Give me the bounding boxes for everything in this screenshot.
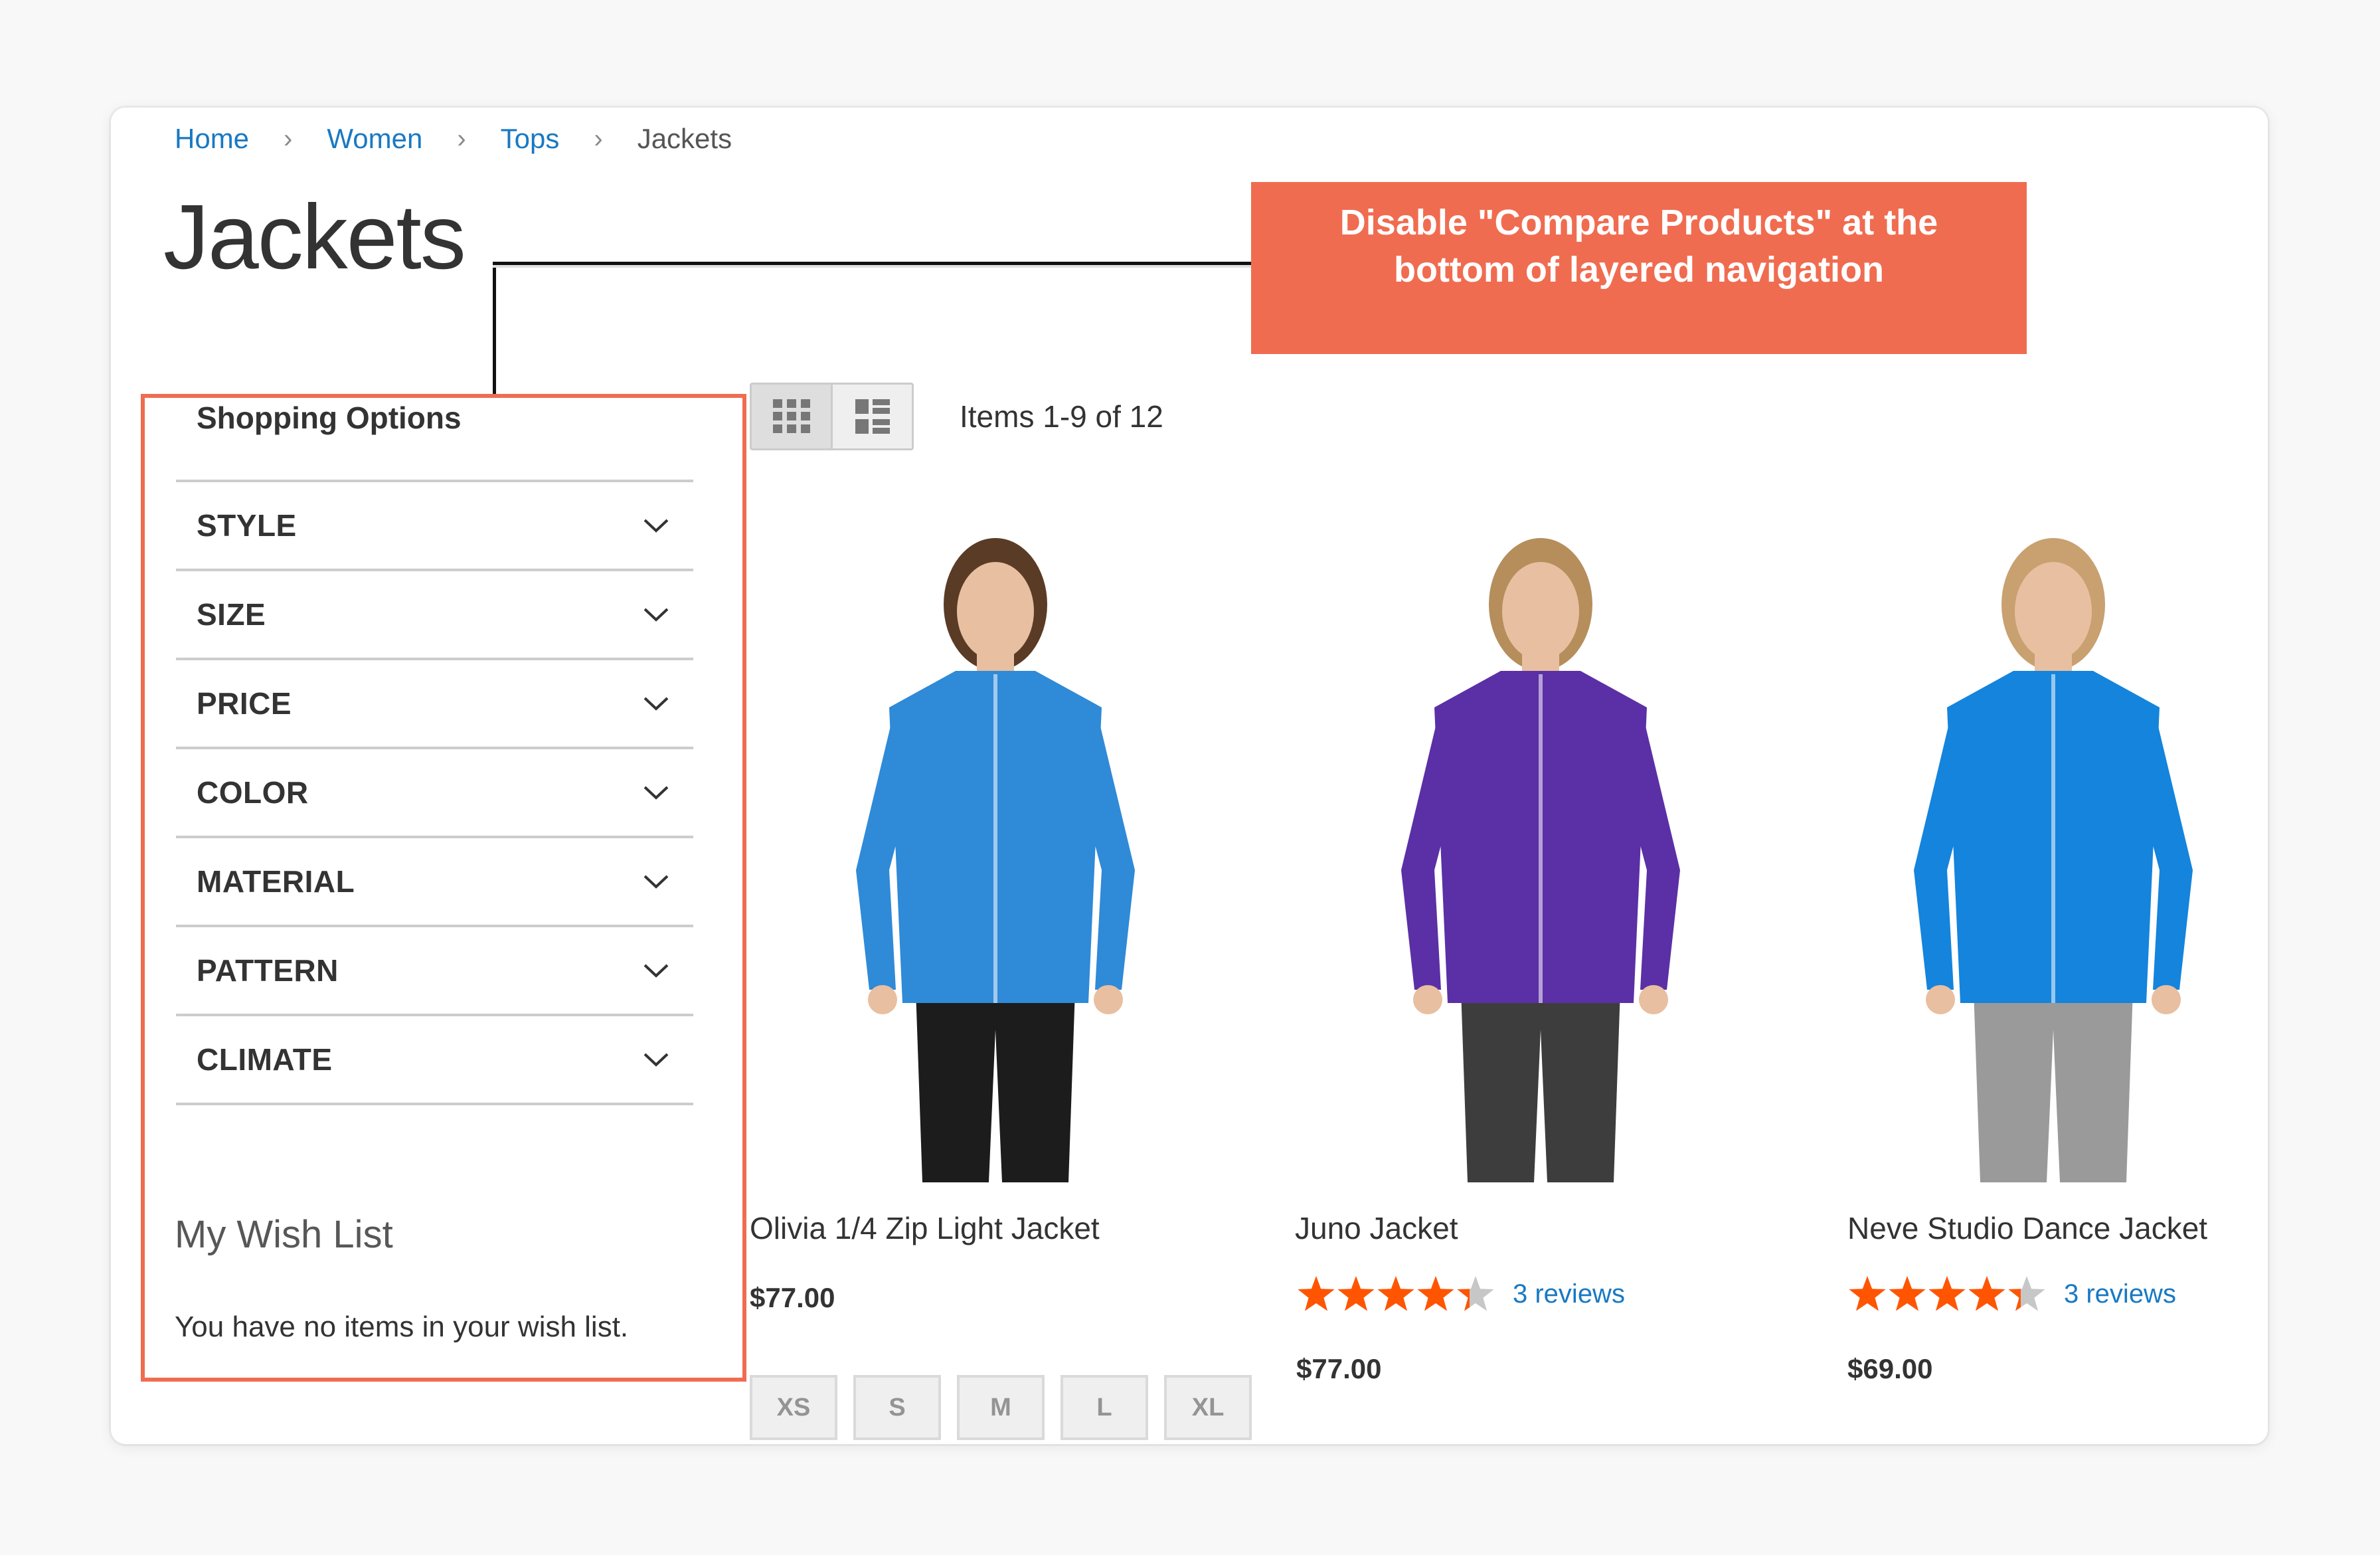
filter-price[interactable]: PRICE xyxy=(176,658,693,747)
product-name-link[interactable]: Neve Studio Dance Jacket xyxy=(1847,1210,2207,1246)
star-icon xyxy=(1928,1276,1966,1311)
product-name-link[interactable]: Juno Jacket xyxy=(1295,1210,1458,1246)
filter-label: PRICE xyxy=(197,686,292,721)
breadcrumb-home[interactable]: Home xyxy=(175,123,249,155)
grid-view-icon xyxy=(772,399,810,433)
product-price: $77.00 xyxy=(750,1282,835,1313)
annotation-connector-line xyxy=(493,262,1251,265)
reviews-link[interactable]: 3 reviews xyxy=(1513,1279,1625,1309)
breadcrumb-separator-icon: › xyxy=(457,124,466,153)
chevron-down-icon xyxy=(643,875,669,889)
product-price: $77.00 xyxy=(1296,1353,1382,1384)
star-icon xyxy=(1968,1276,2005,1311)
reviews-link[interactable]: 3 reviews xyxy=(2064,1279,2176,1309)
annotation-connector-line xyxy=(493,262,496,395)
wishlist-title: My Wish List xyxy=(175,1213,393,1256)
product-price: $69.00 xyxy=(1847,1353,1933,1384)
model-face xyxy=(2015,562,2092,660)
model-hand xyxy=(1639,985,1668,1014)
annotation-text-line-1: Disable "Compare Products" at the xyxy=(1339,203,1938,242)
breadcrumb-women[interactable]: Women xyxy=(327,123,422,155)
chevron-down-icon xyxy=(643,1053,669,1067)
size-swatch-xl[interactable]: XL xyxy=(1164,1375,1252,1440)
product-image[interactable] xyxy=(750,525,1241,1182)
model-pants xyxy=(1974,990,2133,1182)
product-name-link[interactable]: Olivia 1/4 Zip Light Jacket xyxy=(750,1210,1100,1246)
view-mode-switcher xyxy=(750,383,914,450)
breadcrumb: Home › Women › Tops › Jackets xyxy=(175,122,732,155)
size-swatch-l[interactable]: L xyxy=(1061,1375,1148,1440)
filter-label: COLOR xyxy=(197,775,309,810)
filter-color[interactable]: COLOR xyxy=(176,747,693,836)
filter-label: CLIMATE xyxy=(197,1042,333,1077)
list-view-icon xyxy=(855,399,890,434)
model-hand xyxy=(1926,985,1955,1014)
filter-pattern[interactable]: PATTERN xyxy=(176,925,693,1014)
filter-size[interactable]: SIZE xyxy=(176,569,693,658)
model-face xyxy=(1502,562,1579,660)
rating-stars xyxy=(1847,1275,2047,1313)
model-hand xyxy=(1094,985,1123,1014)
star-icon xyxy=(1849,1276,1886,1311)
annotation-callout: Disable "Compare Products" at the bottom… xyxy=(1251,182,2027,354)
breadcrumb-separator-icon: › xyxy=(284,124,293,153)
size-swatch-xs[interactable]: XS xyxy=(750,1375,837,1440)
filter-material[interactable]: MATERIAL xyxy=(176,836,693,925)
rating-fill xyxy=(1847,1275,2021,1313)
model-hand xyxy=(868,985,897,1014)
star-icon xyxy=(1457,1289,1470,1311)
star-icon xyxy=(1377,1276,1414,1311)
breadcrumb-tops[interactable]: Tops xyxy=(501,123,560,155)
list-view-button[interactable] xyxy=(833,385,912,448)
shopping-options-title: Shopping Options xyxy=(197,401,462,435)
star-icon xyxy=(1337,1276,1375,1311)
size-swatches: XS S M L XL xyxy=(750,1375,1252,1440)
filter-label: STYLE xyxy=(197,508,297,543)
size-swatch-m[interactable]: M xyxy=(957,1375,1045,1440)
star-icon xyxy=(1417,1276,1454,1311)
model-hand xyxy=(2152,985,2181,1014)
filter-label: PATTERN xyxy=(197,953,339,988)
model-face xyxy=(957,562,1034,660)
product-rating: 3 reviews xyxy=(1296,1275,1625,1313)
items-count: Items 1-9 of 12 xyxy=(960,399,1163,434)
star-icon xyxy=(2008,1289,2021,1311)
model-hand xyxy=(1413,985,1442,1014)
page-title: Jackets xyxy=(163,186,466,288)
grid-view-button[interactable] xyxy=(752,385,833,448)
wishlist-empty-message: You have no items in your wish list. xyxy=(175,1311,629,1343)
product-image[interactable] xyxy=(1295,525,1786,1182)
chevron-down-icon xyxy=(643,608,669,622)
product-rating: 3 reviews xyxy=(1847,1275,2176,1313)
size-swatch-s[interactable]: S xyxy=(853,1375,941,1440)
model-pants xyxy=(916,990,1075,1182)
chevron-down-icon xyxy=(643,964,669,978)
filter-list: STYLE SIZE PRICE COLOR MATERIAL PATTERN … xyxy=(176,480,693,1105)
chevron-down-icon xyxy=(643,697,669,711)
product-image[interactable] xyxy=(1847,525,2259,1182)
filter-label: MATERIAL xyxy=(197,864,355,899)
filter-climate[interactable]: CLIMATE xyxy=(176,1014,693,1105)
breadcrumb-separator-icon: › xyxy=(594,124,603,153)
filter-style[interactable]: STYLE xyxy=(176,480,693,569)
annotation-text-line-2: bottom of layered navigation xyxy=(1393,250,1885,290)
rating-stars xyxy=(1296,1275,1495,1313)
star-icon xyxy=(1298,1276,1335,1311)
chevron-down-icon xyxy=(643,519,669,533)
breadcrumb-current: Jackets xyxy=(637,123,732,154)
filter-label: SIZE xyxy=(197,597,266,632)
star-icon xyxy=(1889,1276,1926,1311)
rating-fill xyxy=(1296,1275,1470,1313)
chevron-down-icon xyxy=(643,786,669,800)
model-pants xyxy=(1461,990,1620,1182)
